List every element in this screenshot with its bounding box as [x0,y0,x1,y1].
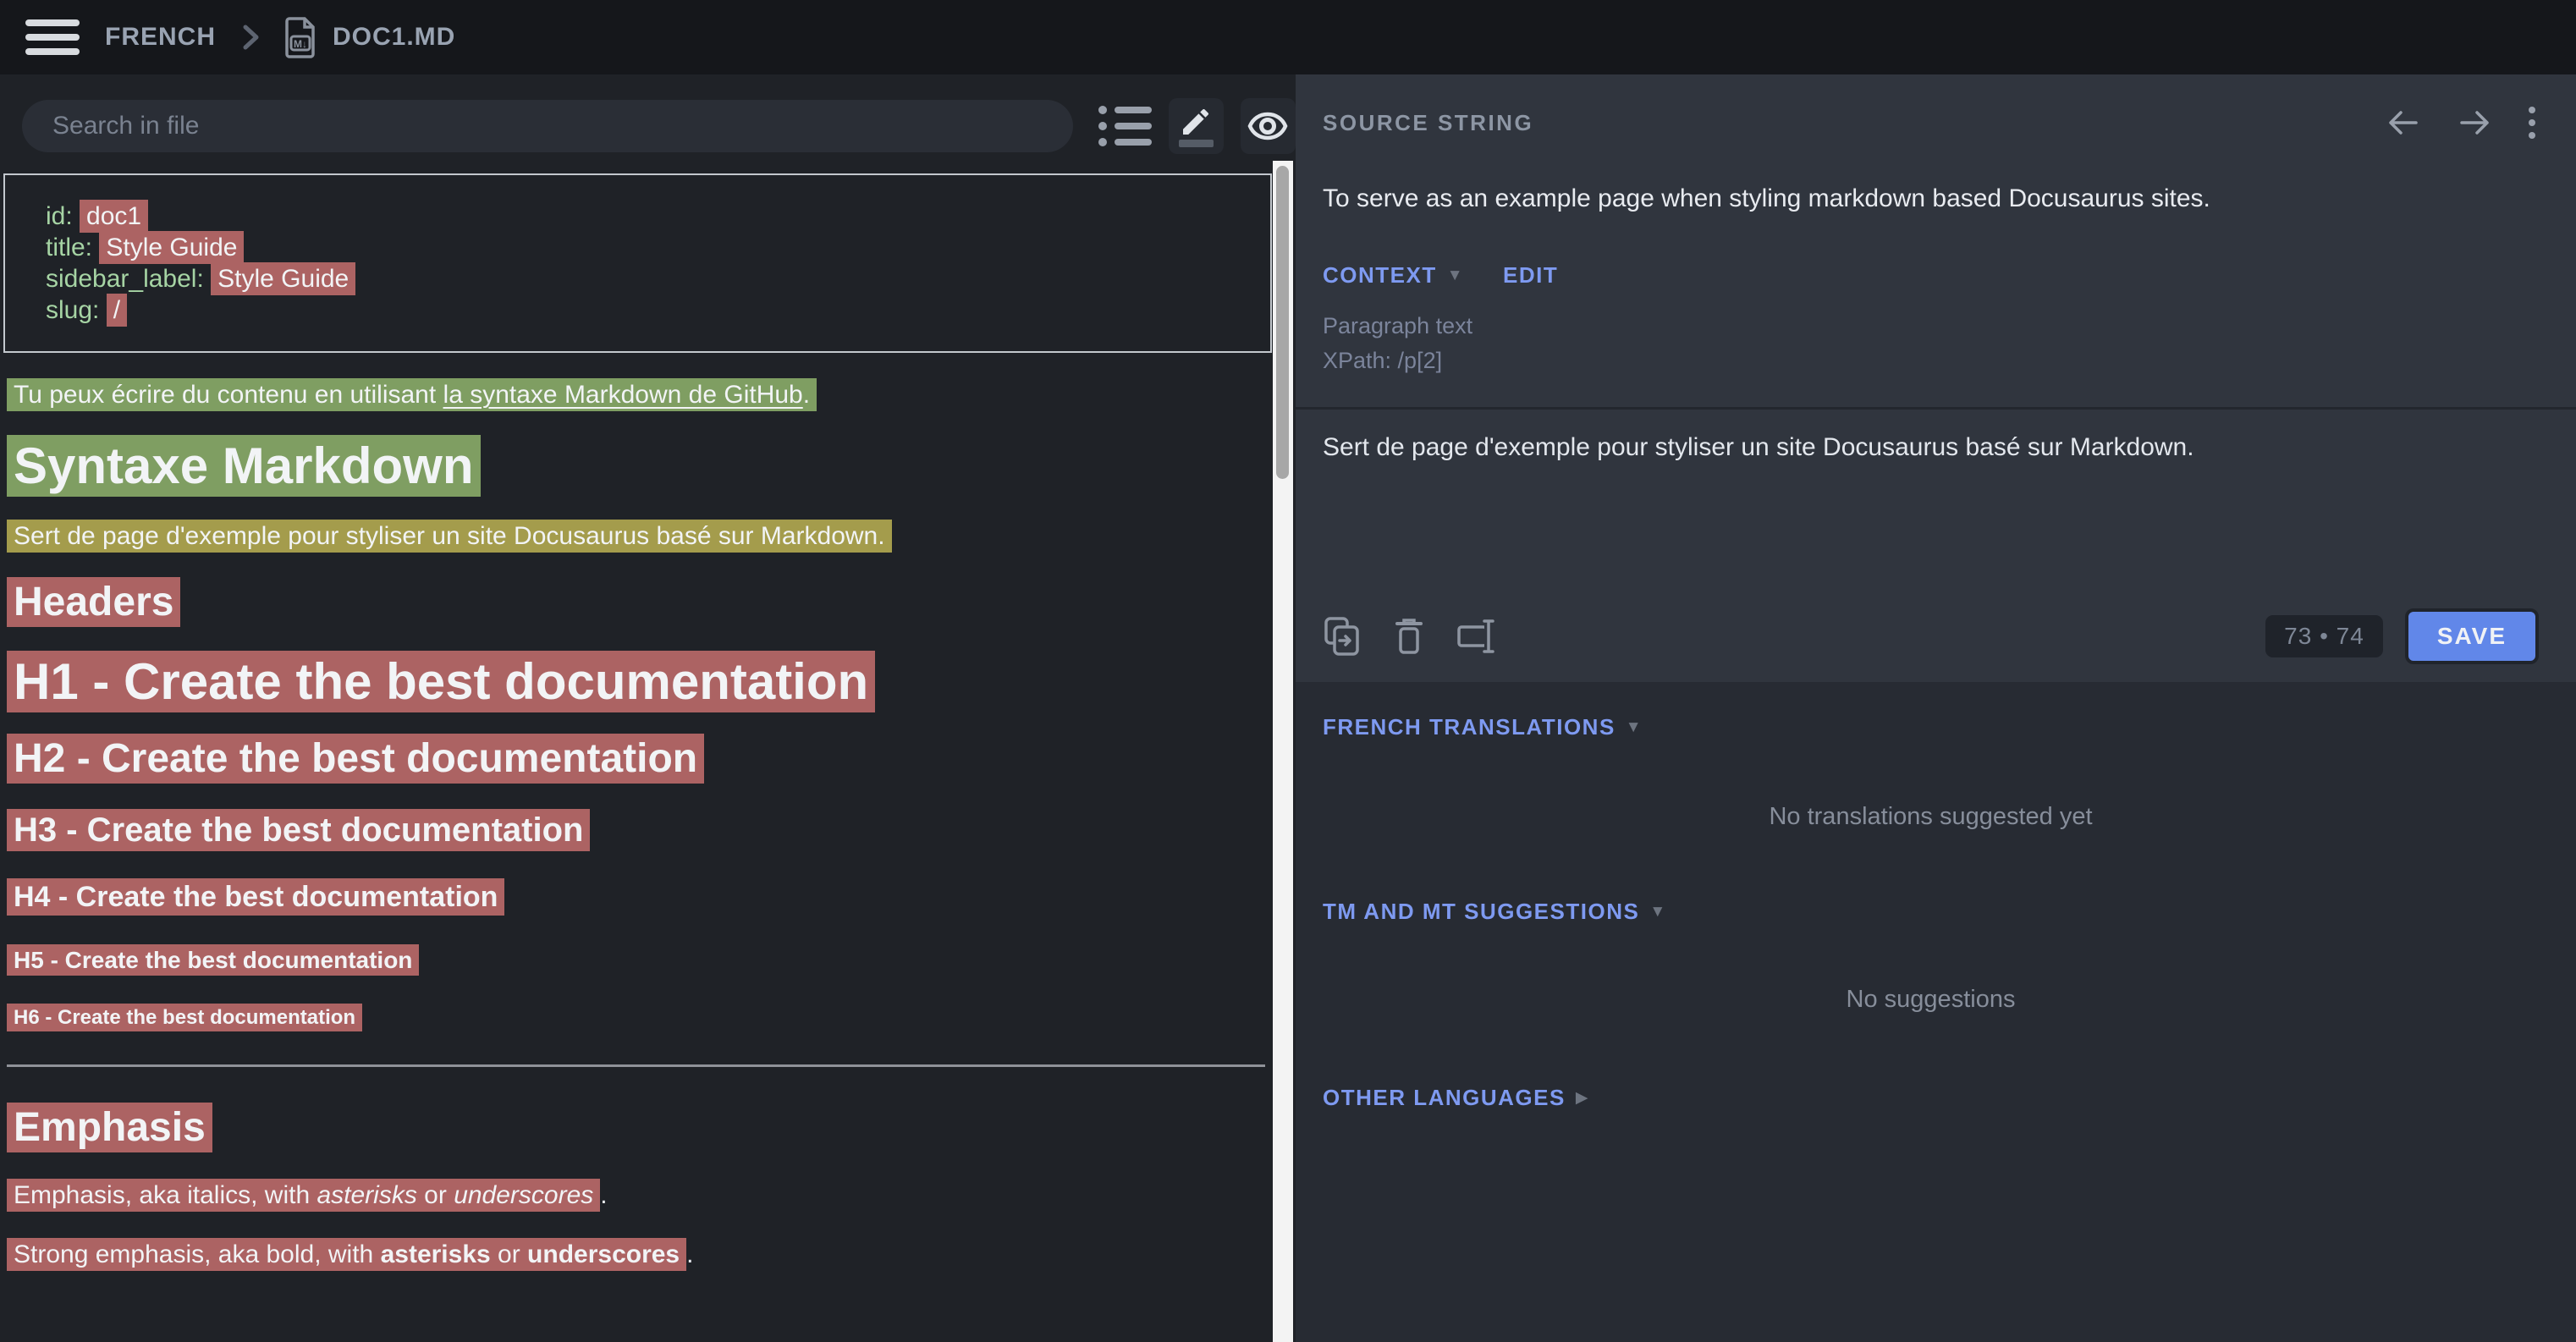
doc-p: Sert de page d'exemple pour styliser un … [7,521,1272,552]
doc-p: Tu peux écrire du contenu en utilisant l… [7,380,1272,410]
source-string-card: SOURCE STRING To serve as an example pag… [1296,74,2576,682]
source-string-label: SOURCE STRING [1323,110,1533,136]
context-details: Paragraph text XPath: /p[2] [1323,309,2539,378]
copy-source-button[interactable] [1323,615,1362,657]
doc-h3: H3 - Create the best documentation [7,811,1272,849]
doc-h2: Headers [7,580,1272,624]
edit-context-link[interactable]: EDIT [1503,262,1558,289]
svg-text:M↓: M↓ [294,38,307,50]
preview-mode-button[interactable] [1241,98,1296,154]
more-options-icon[interactable] [2529,107,2535,139]
next-string-button[interactable] [2458,109,2491,136]
chevron-right-icon [239,20,261,54]
translation-panel: SOURCE STRING To serve as an example pag… [1296,74,2576,1342]
editor-pane: id: doc1title: Style Guidesidebar_label:… [0,74,1296,1342]
translatable-string[interactable]: / [107,294,127,327]
translatable-string[interactable]: Strong emphasis, aka bold, with asterisk… [7,1238,686,1271]
eye-icon [1247,112,1288,140]
frontmatter-line: id: doc1 [46,201,1230,232]
chevron-down-icon: ▼ [1649,903,1666,921]
frontmatter-key: slug: [46,296,99,324]
doc-p: Emphasis, aka italics, with asterisks or… [7,1180,1272,1211]
strings-list-icon[interactable] [1098,106,1152,146]
translatable-string[interactable]: Tu peux écrire du contenu en utilisant l… [7,378,817,411]
select-text-button[interactable] [1456,616,1499,657]
breadcrumb: FRENCH M↓ DOC1.MD [105,16,455,58]
document-content: id: doc1title: Style Guidesidebar_label:… [3,173,1272,1299]
translatable-string[interactable]: doc1 [80,200,148,233]
tm-empty-message: No suggestions [1323,986,2539,1014]
frontmatter-key: id: [46,202,73,230]
chevron-right-icon: ▶ [1576,1088,1589,1108]
doc-h1: H1 - Create the best documentation [7,655,1272,709]
doc-h5: H5 - Create the best documentation [7,947,1272,974]
chevron-down-icon: ▼ [1626,718,1643,737]
save-button[interactable]: SAVE [2405,608,2539,664]
editor-scrollbar[interactable] [1273,161,1293,1342]
doc-h1: Syntaxe Markdown [7,439,1272,493]
translatable-string[interactable]: H2 - Create the best documentation [7,734,704,784]
horizontal-rule [7,1064,1265,1067]
pencil-icon [1179,109,1213,143]
translatable-string[interactable]: H5 - Create the best documentation [7,944,419,976]
editor-toolbar [0,74,1296,154]
section-other-languages[interactable]: OTHER LANGUAGES ▶ [1323,1085,2539,1111]
translatable-string[interactable]: Headers [7,577,180,627]
translatable-string[interactable]: H1 - Create the best documentation [7,651,875,712]
scrollbar-thumb[interactable] [1276,166,1289,479]
doc-h4: H4 - Create the best documentation [7,881,1272,913]
source-text: To serve as an example page when styling… [1323,183,2539,215]
translatable-string[interactable]: H4 - Create the best documentation [7,878,504,916]
context-xpath: XPath: /p[2] [1323,344,2539,378]
translation-input[interactable]: Sert de page d'exemple pour styliser un … [1323,410,2539,591]
suggestions-panel: FRENCH TRANSLATIONS ▼ No translations su… [1296,682,2576,1111]
link-text: la syntaxe Markdown de GitHub [443,381,803,409]
doc-h2: Emphasis [7,1106,1272,1150]
frontmatter-key: sidebar_label: [46,265,204,293]
markdown-file-icon: M↓ [285,16,317,58]
translatable-string[interactable]: Emphasis, aka italics, with asterisks or… [7,1179,600,1212]
menu-icon[interactable] [25,19,80,55]
char-word-counter: 73 • 74 [2265,615,2383,657]
translatable-string[interactable]: Style Guide [99,231,244,264]
breadcrumb-file: DOC1.MD [333,23,455,52]
frontmatter-line: slug: / [46,294,1230,326]
previous-string-button[interactable] [2386,109,2420,136]
translatable-string[interactable]: Emphasis [7,1103,212,1152]
frontmatter-key: title: [46,234,92,261]
doc-h2: H2 - Create the best documentation [7,737,1272,781]
frontmatter-line: sidebar_label: Style Guide [46,263,1230,294]
translatable-string[interactable]: Style Guide [211,262,355,295]
edit-mode-button[interactable] [1169,98,1224,154]
translatable-string[interactable]: Sert de page d'exemple pour styliser un … [7,520,892,553]
delete-translation-button[interactable] [1394,616,1424,657]
translatable-string[interactable]: H3 - Create the best documentation [7,809,590,851]
frontmatter-line: title: Style Guide [46,232,1230,263]
doc-p: Strong emphasis, aka bold, with asterisk… [7,1240,1272,1270]
doc-h6: H6 - Create the best documentation [7,1006,1272,1029]
edit-mode-indicator [1179,140,1214,147]
search-input[interactable] [22,100,1073,152]
context-type: Paragraph text [1323,309,2539,344]
top-bar: FRENCH M↓ DOC1.MD [0,0,2576,74]
translatable-string[interactable]: H6 - Create the best documentation [7,1004,362,1031]
chevron-down-icon: ▼ [1447,267,1464,285]
translation-toolbar: 73 • 74 SAVE [1323,591,2539,682]
breadcrumb-project[interactable]: FRENCH [105,23,216,52]
translatable-string[interactable]: Syntaxe Markdown [7,435,481,497]
document-blocks: Tu peux écrire du contenu en utilisant l… [3,380,1272,1270]
translations-empty-message: No translations suggested yet [1323,803,2539,831]
context-toggle[interactable]: CONTEXT ▼ [1323,262,1464,289]
section-tm-mt-suggestions[interactable]: TM AND MT SUGGESTIONS ▼ [1323,899,2539,925]
section-french-translations[interactable]: FRENCH TRANSLATIONS ▼ [1323,714,2539,740]
frontmatter-block: id: doc1title: Style Guidesidebar_label:… [3,173,1272,353]
